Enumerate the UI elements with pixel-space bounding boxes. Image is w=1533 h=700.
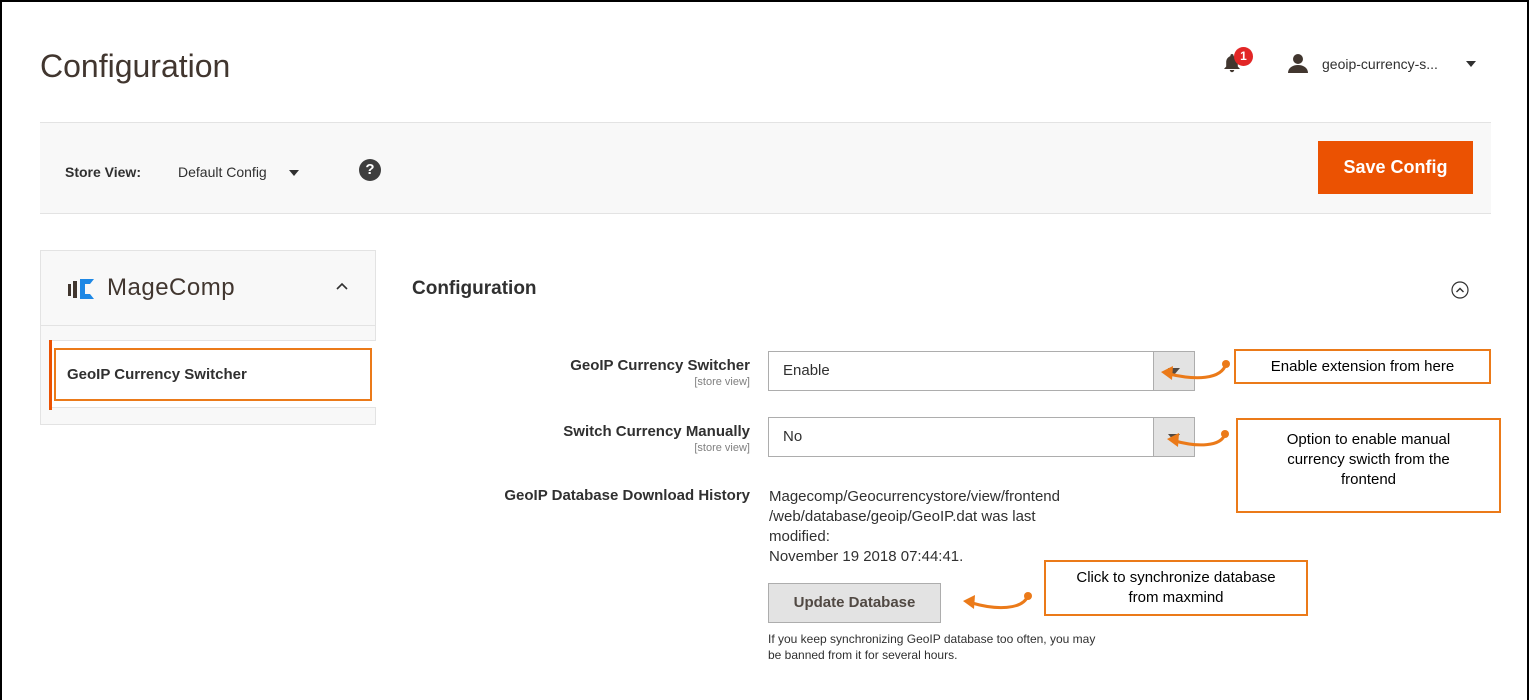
field-label-download-history: GeoIP Database Download History bbox=[504, 487, 750, 504]
update-database-note: If you keep synchronizing GeoIP database… bbox=[768, 631, 1208, 663]
switch-currency-manually-select[interactable]: No bbox=[768, 417, 1195, 457]
store-view-label: Store View: bbox=[65, 164, 141, 180]
callout-line: currency swicth from the bbox=[1287, 451, 1450, 468]
note-line: be banned from it for several hours. bbox=[768, 648, 958, 662]
annotation-arrow-icon bbox=[963, 592, 1032, 610]
sidebar-brand-name: MageComp bbox=[107, 274, 236, 301]
history-line: Magecomp/Geocurrencystore/view/frontend bbox=[769, 488, 1060, 505]
download-history-text: Magecomp/Geocurrencystore/view/frontend … bbox=[769, 487, 1069, 567]
callout-line: frontend bbox=[1340, 471, 1397, 488]
sidebar-active-indicator bbox=[49, 340, 52, 410]
update-database-button[interactable]: Update Database bbox=[768, 583, 941, 623]
field-label-geoip-currency-switcher: GeoIP Currency Switcher bbox=[570, 357, 750, 374]
select-value: Enable bbox=[783, 362, 830, 379]
field-label-switch-currency-manually: Switch Currency Manually bbox=[563, 423, 750, 440]
callout-enable-extension: Enable extension from here bbox=[1234, 349, 1491, 384]
help-icon[interactable]: ? bbox=[359, 159, 381, 181]
magecomp-logo-icon bbox=[68, 279, 94, 299]
store-view-caret-icon[interactable] bbox=[289, 170, 299, 176]
history-line: November 19 2018 07:44:41. bbox=[769, 548, 964, 565]
note-line: If you keep synchronizing GeoIP database… bbox=[768, 632, 1096, 646]
user-account-name[interactable]: geoip-currency-s... bbox=[1322, 56, 1438, 72]
callout-line: Click to synchronize database bbox=[1076, 569, 1276, 586]
chevron-up-icon[interactable] bbox=[336, 282, 348, 290]
history-line: /web/database/geoip/GeoIP.dat was last m… bbox=[769, 508, 1036, 545]
user-menu-caret-icon[interactable] bbox=[1466, 61, 1476, 67]
callout-manual-switch: Option to enable manual currency swicth … bbox=[1236, 418, 1501, 513]
section-title[interactable]: Configuration bbox=[412, 278, 537, 300]
field-scope-note: [store view] bbox=[694, 376, 750, 388]
annotation-arrow-icon bbox=[1167, 430, 1229, 447]
notification-badge: 1 bbox=[1234, 47, 1253, 66]
store-view-switcher[interactable]: Default Config bbox=[178, 164, 267, 180]
callout-line: Option to enable manual bbox=[1286, 431, 1451, 448]
sidebar-item-geoip-currency-switcher[interactable]: GeoIP Currency Switcher bbox=[67, 366, 247, 383]
field-scope-note: [store view] bbox=[694, 442, 750, 454]
annotation-arrow-icon bbox=[1161, 360, 1230, 380]
save-config-button[interactable]: Save Config bbox=[1318, 141, 1473, 194]
circle-chevron-up-icon[interactable] bbox=[1451, 281, 1469, 299]
callout-synchronize-database: Click to synchronize database from maxmi… bbox=[1044, 560, 1308, 616]
user-icon[interactable] bbox=[1287, 52, 1309, 74]
page-title: Configuration bbox=[40, 48, 231, 84]
select-value: No bbox=[783, 428, 803, 445]
callout-line: from maxmind bbox=[1128, 589, 1224, 606]
geoip-currency-switcher-select[interactable]: Enable bbox=[768, 351, 1195, 391]
